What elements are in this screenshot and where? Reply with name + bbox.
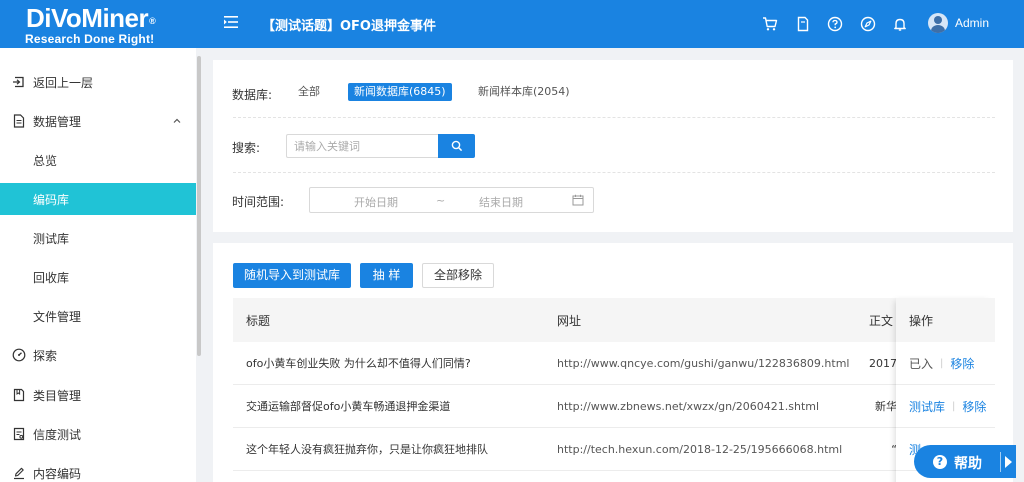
sidebar-item-label: 返回上一层 xyxy=(33,75,94,90)
sidebar-item-label: 总览 xyxy=(33,153,58,168)
column-header-operations: 操作 xyxy=(896,298,995,342)
remove-link[interactable]: 移除 xyxy=(950,355,974,372)
search-label: 搜索: xyxy=(232,141,261,155)
date-range-picker[interactable]: 开始日期 ~ 结束日期 xyxy=(309,187,594,213)
sidebar-item-reliability-test[interactable]: 信度测试 xyxy=(0,418,196,450)
logo[interactable]: DiVoMiner® Research Done Right! xyxy=(0,0,196,48)
date-range-separator: ~ xyxy=(436,194,446,207)
table-header: 标题 网址 正文 xyxy=(233,298,995,342)
row-url[interactable]: http://tech.hexun.com/2018-12-25/1956660… xyxy=(557,428,857,470)
sidebar-item-label: 数据管理 xyxy=(33,114,82,129)
sidebar-item-overview[interactable]: 总览 xyxy=(0,144,196,176)
row-title[interactable]: ofo小黄车创业失败 为什么却不值得人们同情? xyxy=(246,342,546,384)
help-label: 帮助 xyxy=(954,456,982,472)
help-button[interactable]: ? 帮助 xyxy=(914,445,1016,478)
compass-icon[interactable] xyxy=(860,16,876,32)
calendar-icon xyxy=(572,194,584,206)
sidebar-item-label: 文件管理 xyxy=(33,309,82,324)
username: Admin xyxy=(955,16,990,30)
sidebar-item-label: 信度测试 xyxy=(33,427,82,442)
remove-all-button[interactable]: 全部移除 xyxy=(422,263,494,288)
menu-toggle-icon[interactable] xyxy=(223,14,239,30)
sidebar-item-codebook[interactable]: 编码库 xyxy=(0,183,196,215)
sidebar-item-recycle-bin[interactable]: 回收库 xyxy=(0,261,196,293)
sidebar-item-label: 内容编码 xyxy=(33,466,82,481)
op-separator: | xyxy=(940,357,944,369)
help-icon: ? xyxy=(933,455,947,469)
operations-cell: 已入 | 移除 xyxy=(896,342,995,385)
sidebar-item-label: 类目管理 xyxy=(33,388,82,403)
column-header-url[interactable]: 网址 xyxy=(557,298,857,342)
imported-status: 已入 xyxy=(909,356,934,371)
row-text: “ xyxy=(891,442,897,456)
registered-mark: ® xyxy=(149,16,156,26)
search-icon xyxy=(451,140,462,152)
sample-button[interactable]: 抽 样 xyxy=(360,263,413,288)
help-divider xyxy=(1000,452,1001,472)
db-option-news-database[interactable]: 新闻数据库(6845) xyxy=(348,83,452,101)
search-button[interactable] xyxy=(438,134,475,158)
db-option-all[interactable]: 全部 xyxy=(298,83,320,101)
back-icon xyxy=(13,76,24,88)
chevron-up-icon xyxy=(173,118,181,123)
divider xyxy=(233,117,995,118)
sidebar-item-label: 探索 xyxy=(33,348,58,363)
page-title: 【测试话题】OFO退押金事件 xyxy=(262,19,436,34)
divider xyxy=(233,172,995,173)
sidebar-item-explore[interactable]: 探索 xyxy=(0,339,196,371)
row-url[interactable]: http://www.qncye.com/gushi/ganwu/1228368… xyxy=(557,342,857,384)
filter-panel: 数据库: 全部 新闻数据库(6845) 新闻样本库(2054) 搜索: 时间范围… xyxy=(213,60,1013,232)
table-row[interactable]: ofo小黄车创业失败 为什么却不值得人们同情? http://www.qncye… xyxy=(233,342,995,385)
end-date-input[interactable]: 结束日期 xyxy=(479,194,523,210)
sidebar-scrollbar-thumb[interactable] xyxy=(197,56,201,356)
row-url[interactable]: http://www.zbnews.net/xwzx/gn/2060421.sh… xyxy=(557,385,857,427)
test-library-link[interactable]: 测试库 xyxy=(909,398,945,415)
sidebar-item-file-management[interactable]: 文件管理 xyxy=(0,300,196,332)
sidebar-item-label: 编码库 xyxy=(33,192,70,207)
sidebar-item-data-management[interactable]: 数据管理 xyxy=(0,105,196,137)
search-input[interactable] xyxy=(286,134,438,158)
top-header: DiVoMiner® Research Done Right! 【测试话题】OF… xyxy=(0,0,1024,48)
edit-icon xyxy=(14,467,24,480)
sidebar-item-content-coding[interactable]: 内容编码 xyxy=(0,457,196,482)
header-icons xyxy=(762,16,925,32)
db-option-news-sample[interactable]: 新闻样本库(2054) xyxy=(478,83,570,101)
column-header-text[interactable]: 正文 xyxy=(869,298,897,342)
sidebar-item-back[interactable]: 返回上一层 xyxy=(0,66,196,98)
brand-tagline: Research Done Right! xyxy=(25,32,155,46)
cart-icon[interactable] xyxy=(762,16,778,32)
row-text: 2017 xyxy=(869,356,897,370)
category-icon xyxy=(13,388,25,402)
sidebar-item-label: 测试库 xyxy=(33,231,70,246)
avatar xyxy=(928,13,948,33)
op-separator: | xyxy=(952,400,956,412)
document-icon[interactable] xyxy=(795,16,811,32)
brand-name: DiVoMiner® xyxy=(26,3,156,33)
sidebar-item-label: 回收库 xyxy=(33,270,70,285)
sidebar-item-test-library[interactable]: 测试库 xyxy=(0,222,196,254)
remove-link[interactable]: 移除 xyxy=(962,398,986,415)
reliability-icon xyxy=(13,427,25,441)
data-file-icon xyxy=(13,114,25,128)
operations-cell: 测试库 | 移除 xyxy=(896,385,995,428)
sidebar: 返回上一层 数据管理 总览 编码库 测试库 回收库 文件管理 探索 类目管理 信… xyxy=(0,48,196,482)
user-menu[interactable]: Admin xyxy=(928,13,989,33)
row-text: 新华 xyxy=(875,400,897,413)
table-row[interactable]: 交通运输部督促ofo小黄车畅通退押金渠道 http://www.zbnews.n… xyxy=(233,385,995,428)
row-title[interactable]: 交通运输部督促ofo小黄车畅通退押金渠道 xyxy=(246,385,546,427)
row-title[interactable]: 这个年轻人没有疯狂抛弃你，只是让你疯狂地排队 xyxy=(246,428,546,470)
table-row[interactable]: 这个年轻人没有疯狂抛弃你，只是让你疯狂地排队 http://tech.hexun… xyxy=(233,428,995,471)
time-range-label: 时间范围: xyxy=(232,195,285,209)
start-date-input[interactable]: 开始日期 xyxy=(354,194,398,210)
help-circle-icon[interactable] xyxy=(827,16,843,32)
play-arrow-icon[interactable] xyxy=(1005,456,1012,468)
dashboard-icon xyxy=(12,348,26,362)
bell-icon[interactable] xyxy=(892,16,908,32)
database-label: 数据库: xyxy=(232,88,273,102)
column-header-title[interactable]: 标题 xyxy=(246,298,546,342)
sidebar-item-category-management[interactable]: 类目管理 xyxy=(0,379,196,411)
data-panel: 随机导入到测试库 抽 样 全部移除 标题 网址 正文 ofo小黄车创业失败 为什… xyxy=(213,243,1013,482)
brand-text: DiVoMiner xyxy=(26,3,149,33)
random-import-button[interactable]: 随机导入到测试库 xyxy=(233,263,351,288)
